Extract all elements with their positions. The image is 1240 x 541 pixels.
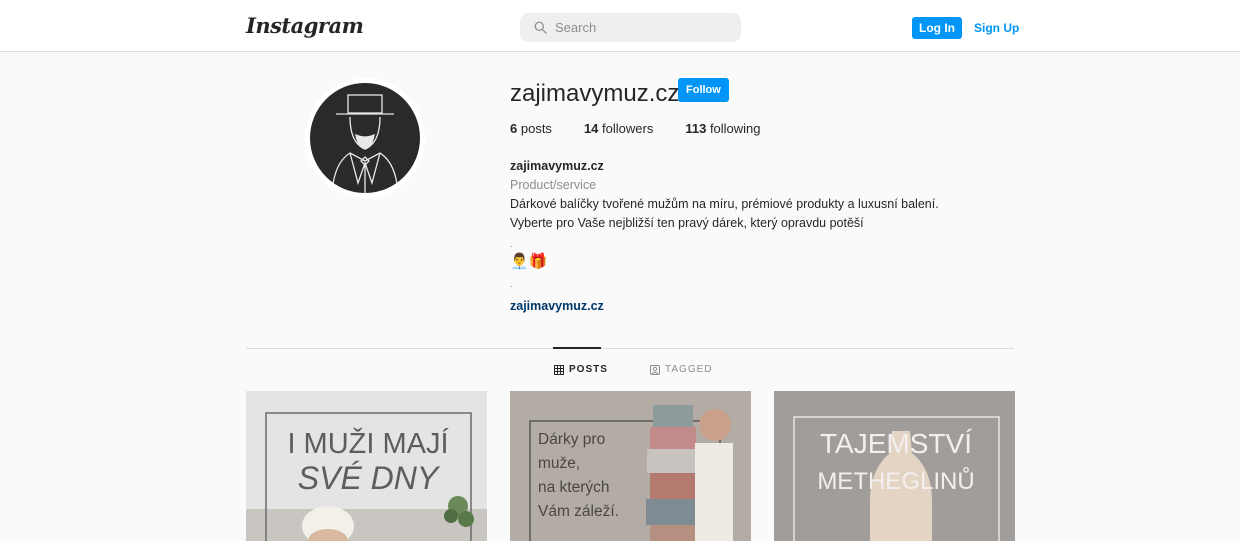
log-in-button[interactable]: Log In — [912, 17, 962, 39]
post-3-title-line-2: METHEGLINŮ — [817, 466, 974, 495]
search-input[interactable] — [555, 20, 725, 35]
posts-stat-label: posts — [520, 121, 552, 136]
instagram-logo[interactable]: Instagram — [246, 13, 364, 38]
profile-stats: 6 posts 14 followers 113 following — [510, 121, 793, 136]
gentleman-illustration-icon — [331, 94, 399, 193]
following-stat[interactable]: 113 following — [685, 121, 760, 136]
bio-dot-1: . — [510, 239, 513, 250]
post-2-text-line-2: muže, — [538, 455, 580, 472]
post-thumbnail[interactable]: Dárky pro muže, na kterých Vám záleží. — [510, 391, 751, 541]
bio-emoji: 👨‍💼🎁 — [510, 253, 548, 270]
posts-count: 6 — [510, 121, 518, 136]
tabs-divider — [246, 348, 1014, 349]
bio-line-2: Vyberte pro Vaše nejbližší ten pravý dár… — [510, 216, 864, 230]
bio-line-1: Dárkové balíčky tvořené mužům na míru, p… — [510, 197, 939, 211]
tab-posts[interactable]: POSTS — [554, 364, 608, 375]
follow-button[interactable]: Follow — [678, 78, 729, 102]
following-stat-label: following — [709, 121, 761, 136]
tab-tagged[interactable]: TAGGED — [650, 364, 712, 375]
profile-bio: zajimavymuz.cz Product/service Dárkové b… — [510, 157, 1030, 316]
post-2-text-line-3: na kterých — [538, 479, 610, 496]
post-1-title-line-2: SVÉ DNY — [298, 460, 441, 496]
tagged-person-icon — [650, 364, 660, 375]
search-icon — [534, 21, 547, 34]
posts-stat: 6 posts — [510, 121, 552, 136]
following-count: 113 — [685, 121, 707, 136]
search-box[interactable] — [520, 13, 741, 42]
profile-username: zajimavymuz.cz — [510, 80, 680, 107]
tab-tagged-label: TAGGED — [665, 364, 713, 375]
post-3-title-line-1: TAJEMSTVÍ — [820, 428, 972, 459]
followers-count: 14 — [583, 121, 599, 136]
post-1-image: I MUŽI MAJÍ SVÉ DNY — [246, 391, 487, 541]
followers-stat[interactable]: 14 followers — [584, 121, 653, 136]
post-3-image: TAJEMSTVÍ METHEGLINŮ — [774, 391, 1015, 541]
post-2-text-line-1: Dárky pro — [538, 431, 605, 448]
active-tab-indicator — [553, 347, 601, 349]
bio-category: Product/service — [510, 178, 597, 192]
post-2-image: Dárky pro muže, na kterých Vám záleží. — [510, 391, 751, 541]
post-thumbnail[interactable]: TAJEMSTVÍ METHEGLINŮ — [774, 391, 1015, 541]
followers-stat-label: followers — [602, 121, 654, 136]
profile-avatar[interactable] — [310, 83, 420, 193]
grid-icon — [554, 364, 564, 375]
post-thumbnail[interactable]: I MUŽI MAJÍ SVÉ DNY — [246, 391, 487, 541]
bio-website-link[interactable]: zajimavymuz.cz — [510, 297, 604, 316]
tab-posts-label: POSTS — [569, 364, 608, 375]
bio-dot-2: . — [510, 279, 513, 290]
bio-display-name: zajimavymuz.cz — [510, 159, 604, 173]
top-navigation-bar: Instagram Log In Sign Up — [0, 0, 1240, 52]
sign-up-link[interactable]: Sign Up — [974, 21, 1019, 35]
post-2-text-line-4: Vám záleží. — [538, 503, 619, 520]
post-1-title-line-1: I MUŽI MAJÍ — [287, 427, 449, 460]
